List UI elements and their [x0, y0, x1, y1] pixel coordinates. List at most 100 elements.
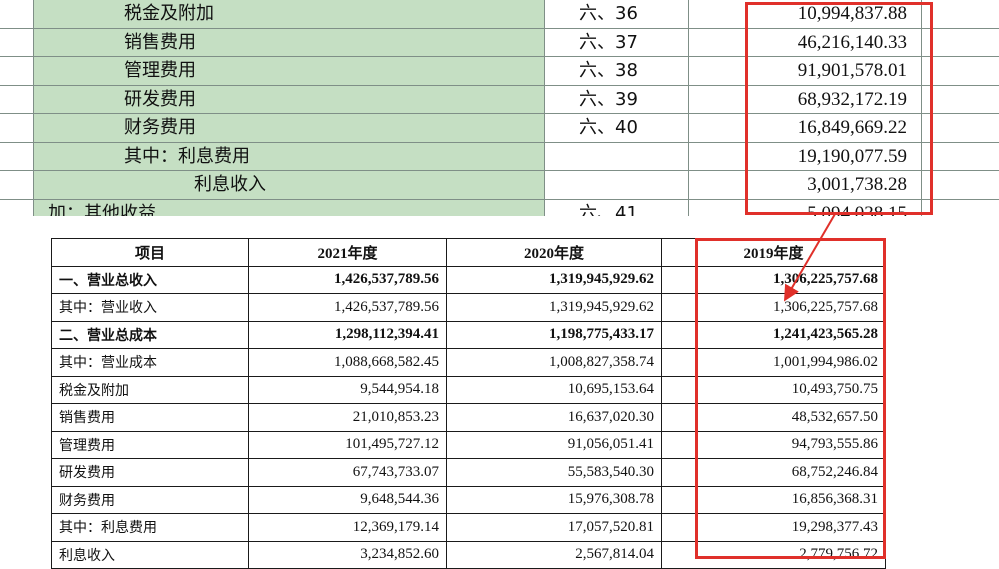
row-item-cell: 销售费用 — [51, 403, 249, 432]
table-row: 财务费用 9,648,544.36 15,976,308.78 16,856,368.… — [51, 485, 886, 514]
sheet-row-label: 其中：利息费用 — [33, 142, 545, 170]
sheet-row-label: 管理费用 — [33, 57, 545, 85]
row-item-cell: 财务费用 — [51, 485, 249, 514]
sheet-row-note — [545, 142, 689, 170]
sheet-row-value: 3,001,738.28 — [807, 174, 907, 195]
sheet-row-extra-cell — [921, 171, 999, 199]
row-2019-cell: 94,793,555.86 — [661, 430, 886, 459]
row-2019-cell: 48,532,657.50 — [661, 403, 886, 432]
sheet-row-note: 六、41 — [545, 199, 689, 216]
sheet-row-value: 19,190,077.59 — [797, 145, 907, 167]
row-2021-cell: 12,369,179.14 — [248, 513, 447, 542]
sheet-row-value: 91,901,578.01 — [797, 60, 907, 81]
income-statement-table: 项目 2021年度 2020年度 2019年度 一、营业总收入 1,426,537… — [51, 238, 886, 569]
sheet-row-label: 加：其他收益 — [33, 199, 545, 216]
sheet-row-extra-cell — [921, 0, 999, 28]
sheet-row: 销售费用 六、37 46,216,140.33 — [0, 28, 999, 57]
table-row: 其中：营业收入 1,426,537,789.56 1,319,945,929.62 1… — [51, 293, 886, 322]
row-item-cell: 管理费用 — [51, 430, 249, 459]
row-2020-cell: 15,976,308.78 — [446, 485, 662, 514]
sheet-row-note: 六、36 — [545, 0, 689, 28]
sheet-row-label: 研发费用 — [33, 85, 545, 113]
sheet-row-extra-cell — [921, 57, 999, 85]
sheet-row-label: 财务费用 — [33, 114, 545, 142]
header-item: 项目 — [51, 238, 249, 267]
sheet-row-label: 税金及附加 — [33, 0, 545, 28]
row-2020-cell: 17,057,520.81 — [446, 513, 662, 542]
sheet-row-value: 68,932,172.19 — [797, 88, 907, 110]
sheet-row-extra-cell — [921, 199, 999, 216]
table-header-row: 项目 2021年度 2020年度 2019年度 — [51, 238, 886, 267]
row-item-cell: 其中：营业成本 — [51, 348, 249, 377]
row-2020-cell: 91,056,051.41 — [446, 430, 662, 459]
row-2019-cell: 10,493,750.75 — [661, 375, 886, 404]
sheet-row: 其中：利息费用 19,190,077.59 — [0, 142, 999, 171]
row-2021-cell: 1,426,537,789.56 — [248, 293, 447, 322]
row-2019-cell: 19,298,377.43 — [661, 513, 886, 542]
row-2020-cell: 55,583,540.30 — [446, 458, 662, 487]
row-item-cell: 其中：营业收入 — [51, 293, 249, 322]
sheet-row-extra-cell — [921, 28, 999, 56]
row-item-cell: 税金及附加 — [51, 375, 249, 404]
sheet-row-note: 六、40 — [545, 114, 689, 142]
row-2020-cell: 10,695,153.64 — [446, 375, 662, 404]
sheet-row-note — [545, 171, 689, 199]
table-row: 研发费用 67,743,733.07 55,583,540.30 68,752,246… — [51, 458, 886, 487]
sheet-row-value: 46,216,140.33 — [797, 31, 907, 53]
row-2019-cell: 1,001,994,986.02 — [661, 348, 886, 377]
table-row: 其中：利息费用 12,369,179.14 17,057,520.81 19,298,… — [51, 513, 886, 542]
header-2019: 2019年度 — [661, 238, 886, 267]
row-2021-cell: 67,743,733.07 — [248, 458, 447, 487]
table-row: 一、营业总收入 1,426,537,789.56 1,319,945,929.62 1… — [51, 265, 886, 294]
row-2019-cell: 16,856,368.31 — [661, 485, 886, 514]
row-2021-cell: 1,298,112,394.41 — [248, 320, 447, 349]
sheet-row-extra-cell — [921, 85, 999, 113]
table-row: 二、营业总成本 1,298,112,394.41 1,198,775,433.17 1… — [51, 320, 886, 349]
row-2021-cell: 9,544,954.18 — [248, 375, 447, 404]
row-2019-cell: 1,241,423,565.28 — [661, 320, 886, 349]
row-item-cell: 一、营业总收入 — [51, 265, 249, 294]
row-item-cell: 研发费用 — [51, 458, 249, 487]
row-2020-cell: 1,008,827,358.74 — [446, 348, 662, 377]
row-2021-cell: 9,648,544.36 — [248, 485, 447, 514]
row-2019-cell: 2,779,756.72 — [661, 540, 886, 569]
source-spreadsheet-crop: 税金及附加 六、36 10,994,837.88 销售费用 六、37 46,216,140… — [0, 0, 999, 216]
table-row: 管理费用 101,495,727.12 91,056,051.41 94,793,55… — [51, 430, 886, 459]
row-2021-cell: 1,426,537,789.56 — [248, 265, 447, 294]
row-2021-cell: 1,088,668,582.45 — [248, 348, 447, 377]
row-2020-cell: 1,319,945,929.62 — [446, 265, 662, 294]
sheet-row-note: 六、38 — [545, 57, 689, 85]
sheet-row-extra-cell — [921, 142, 999, 170]
sheet-row-label: 利息收入 — [33, 171, 545, 199]
sheet-row: 财务费用 六、40 16,849,669.22 — [0, 114, 999, 143]
row-2020-cell: 16,637,020.30 — [446, 403, 662, 432]
sheet-row-note: 六、39 — [545, 85, 689, 113]
table-row: 其中：营业成本 1,088,668,582.45 1,008,827,358.74 1… — [51, 348, 886, 377]
sheet-row-value: 5,094,038.15 — [807, 202, 907, 217]
sheet-row: 研发费用 六、39 68,932,172.19 — [0, 85, 999, 114]
row-item-cell: 其中：利息费用 — [51, 513, 249, 542]
sheet-row: 加：其他收益 六、41 5,094,038.15 — [0, 199, 999, 217]
row-item-cell: 利息收入 — [51, 540, 249, 569]
sheet-row-value: 16,849,669.22 — [797, 117, 907, 138]
table-row: 利息收入 3,234,852.60 2,567,814.04 2,779,756.72 — [51, 540, 886, 569]
header-2020: 2020年度 — [446, 238, 662, 267]
row-2020-cell: 1,198,775,433.17 — [446, 320, 662, 349]
sheet-row-note: 六、37 — [545, 28, 689, 56]
sheet-row-extra-cell — [921, 114, 999, 142]
row-item-cell: 二、营业总成本 — [51, 320, 249, 349]
header-2021: 2021年度 — [248, 238, 447, 267]
row-2021-cell: 21,010,853.23 — [248, 403, 447, 432]
sheet-row-value: 10,994,837.88 — [797, 3, 907, 24]
table-row: 销售费用 21,010,853.23 16,637,020.30 48,532,657… — [51, 403, 886, 432]
sheet-row-label: 销售费用 — [33, 28, 545, 56]
row-2019-cell: 68,752,246.84 — [661, 458, 886, 487]
row-2020-cell: 1,319,945,929.62 — [446, 293, 662, 322]
row-2021-cell: 101,495,727.12 — [248, 430, 447, 459]
row-2019-cell: 1,306,225,757.68 — [661, 265, 886, 294]
sheet-row: 利息收入 3,001,738.28 — [0, 171, 999, 200]
row-2019-cell: 1,306,225,757.68 — [661, 293, 886, 322]
sheet-row: 税金及附加 六、36 10,994,837.88 — [0, 0, 999, 29]
table-row: 税金及附加 9,544,954.18 10,695,153.64 10,493,750… — [51, 375, 886, 404]
row-2020-cell: 2,567,814.04 — [446, 540, 662, 569]
